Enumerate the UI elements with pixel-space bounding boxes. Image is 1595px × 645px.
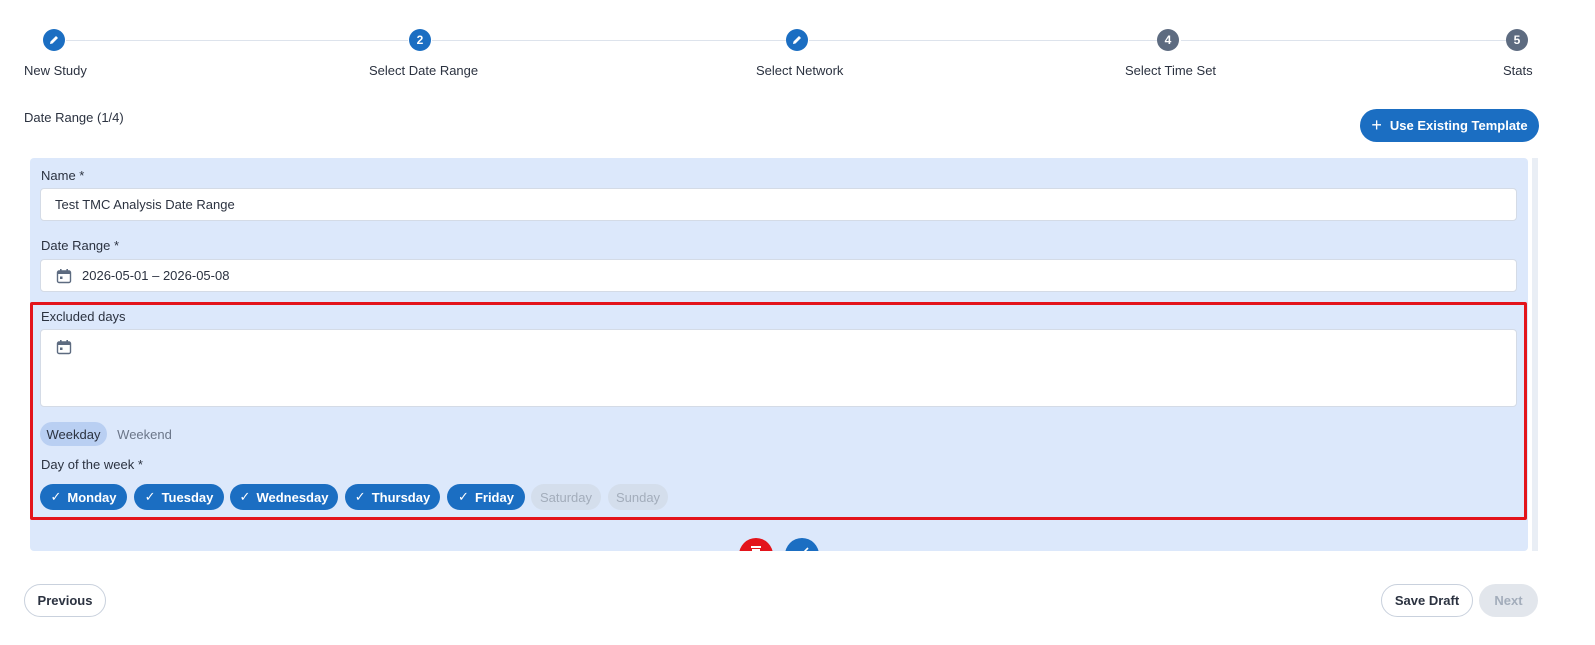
step-connector bbox=[809, 40, 1157, 41]
check-icon: ✓ bbox=[239, 489, 251, 504]
step-label-stats[interactable]: Stats bbox=[1503, 63, 1533, 78]
toggle-weekday[interactable]: Weekday bbox=[40, 422, 107, 446]
use-existing-template-button[interactable]: + Use Existing Template bbox=[1360, 109, 1539, 142]
day-chip-saturday[interactable]: Saturday bbox=[531, 484, 601, 510]
panel-scrollbar[interactable] bbox=[1532, 158, 1538, 551]
trash-icon bbox=[751, 546, 761, 551]
check-icon: ✓ bbox=[354, 489, 366, 504]
check-icon: ✓ bbox=[458, 489, 469, 504]
save-draft-button[interactable]: Save Draft bbox=[1381, 584, 1473, 617]
day-label: Thursday bbox=[371, 489, 431, 505]
excluded-days-input[interactable] bbox=[40, 329, 1517, 407]
step-label-select-time-set[interactable]: Select Time Set bbox=[1125, 63, 1216, 78]
step-1-pencil-icon[interactable] bbox=[43, 29, 65, 51]
confirm-button[interactable] bbox=[785, 538, 819, 551]
day-chip-friday[interactable]: ✓ Friday bbox=[447, 484, 525, 510]
day-chip-monday[interactable]: ✓ Monday bbox=[40, 484, 127, 510]
section-title: Date Range (1/4) bbox=[24, 110, 124, 125]
check-icon bbox=[803, 547, 809, 551]
wizard-stepper: New Study 2 Select Date Range Select Net… bbox=[0, 0, 1595, 100]
day-label: Wednesday bbox=[256, 489, 329, 505]
date-range-label: Date Range * bbox=[41, 238, 120, 253]
template-button-label: Use Existing Template bbox=[1389, 118, 1528, 133]
check-icon: ✓ bbox=[50, 489, 62, 504]
next-button[interactable]: Next bbox=[1479, 584, 1538, 617]
date-range-input[interactable]: 2026-05-01 – 2026-05-08 bbox=[40, 259, 1517, 292]
day-chip-thursday[interactable]: ✓ Thursday bbox=[345, 484, 440, 510]
name-label: Name * bbox=[41, 168, 85, 183]
step-5-number[interactable]: 5 bbox=[1506, 29, 1528, 51]
day-of-week-label: Day of the week * bbox=[41, 457, 143, 472]
toggle-weekend[interactable]: Weekend bbox=[112, 422, 177, 446]
day-label: Friday bbox=[474, 489, 514, 505]
day-chip-wednesday[interactable]: ✓ Wednesday bbox=[230, 484, 338, 510]
step-connector bbox=[432, 40, 786, 41]
step-label-select-date-range[interactable]: Select Date Range bbox=[369, 63, 478, 78]
plus-icon: + bbox=[1371, 114, 1382, 135]
check-icon: ✓ bbox=[144, 489, 156, 504]
name-value: Test TMC Analysis Date Range bbox=[55, 197, 235, 212]
previous-button[interactable]: Previous bbox=[24, 584, 106, 617]
step-connector bbox=[1181, 40, 1506, 41]
day-label: Tuesday bbox=[161, 489, 214, 505]
name-input[interactable]: Test TMC Analysis Date Range bbox=[40, 188, 1517, 221]
day-chip-tuesday[interactable]: ✓ Tuesday bbox=[134, 484, 224, 510]
step-label-select-network[interactable]: Select Network bbox=[756, 63, 843, 78]
calendar-icon[interactable] bbox=[56, 268, 72, 284]
step-2-number[interactable]: 2 bbox=[409, 29, 431, 51]
delete-button[interactable] bbox=[739, 538, 773, 551]
date-range-value: 2026-05-01 – 2026-05-08 bbox=[82, 268, 230, 283]
calendar-icon[interactable] bbox=[56, 339, 72, 355]
excluded-days-label: Excluded days bbox=[41, 309, 126, 324]
day-chip-sunday[interactable]: Sunday bbox=[608, 484, 668, 510]
day-label: Monday bbox=[67, 489, 117, 505]
step-4-number[interactable]: 4 bbox=[1157, 29, 1179, 51]
step-connector bbox=[66, 40, 408, 41]
step-3-pencil-icon[interactable] bbox=[786, 29, 808, 51]
step-label-new-study[interactable]: New Study bbox=[24, 63, 87, 78]
